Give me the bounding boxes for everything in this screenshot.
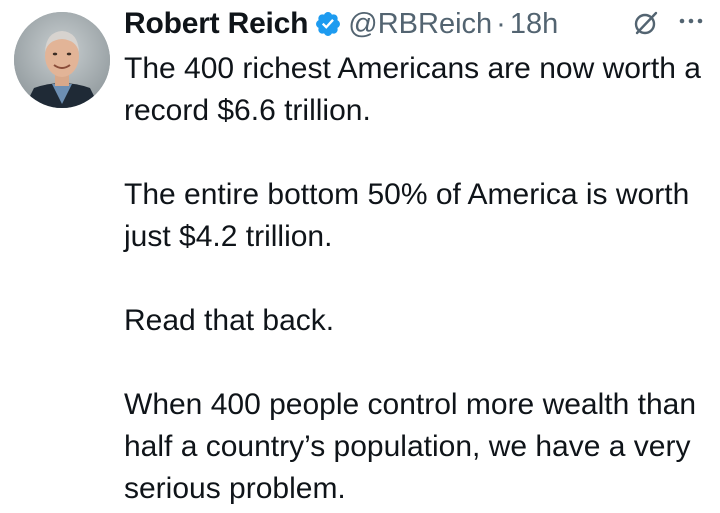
author-name[interactable]: Robert Reich xyxy=(124,7,308,41)
timestamp[interactable]: 18h xyxy=(510,8,558,41)
tweet-paragraph: The entire bottom 50% of America is wort… xyxy=(124,178,690,253)
tweet-header: Robert Reich @RBReich · 18h xyxy=(124,2,558,46)
tweet-paragraph: The 400 richest Americans are now worth … xyxy=(124,52,701,127)
tweet-paragraph: Read that back. xyxy=(124,304,335,337)
author-handle[interactable]: @RBReich xyxy=(348,8,492,41)
tweet-paragraph: When 400 people control more wealth than… xyxy=(124,388,697,505)
grok-icon[interactable] xyxy=(633,10,659,36)
verified-badge-icon xyxy=(314,10,342,38)
tweet-text: The 400 richest Americans are now worth … xyxy=(124,48,709,510)
more-options-icon[interactable] xyxy=(676,14,706,28)
avatar[interactable] xyxy=(14,12,110,108)
separator-dot: · xyxy=(496,7,506,40)
avatar-image xyxy=(14,12,110,108)
tweet[interactable]: Robert Reich @RBReich · 18h The 400 rich… xyxy=(0,0,720,513)
